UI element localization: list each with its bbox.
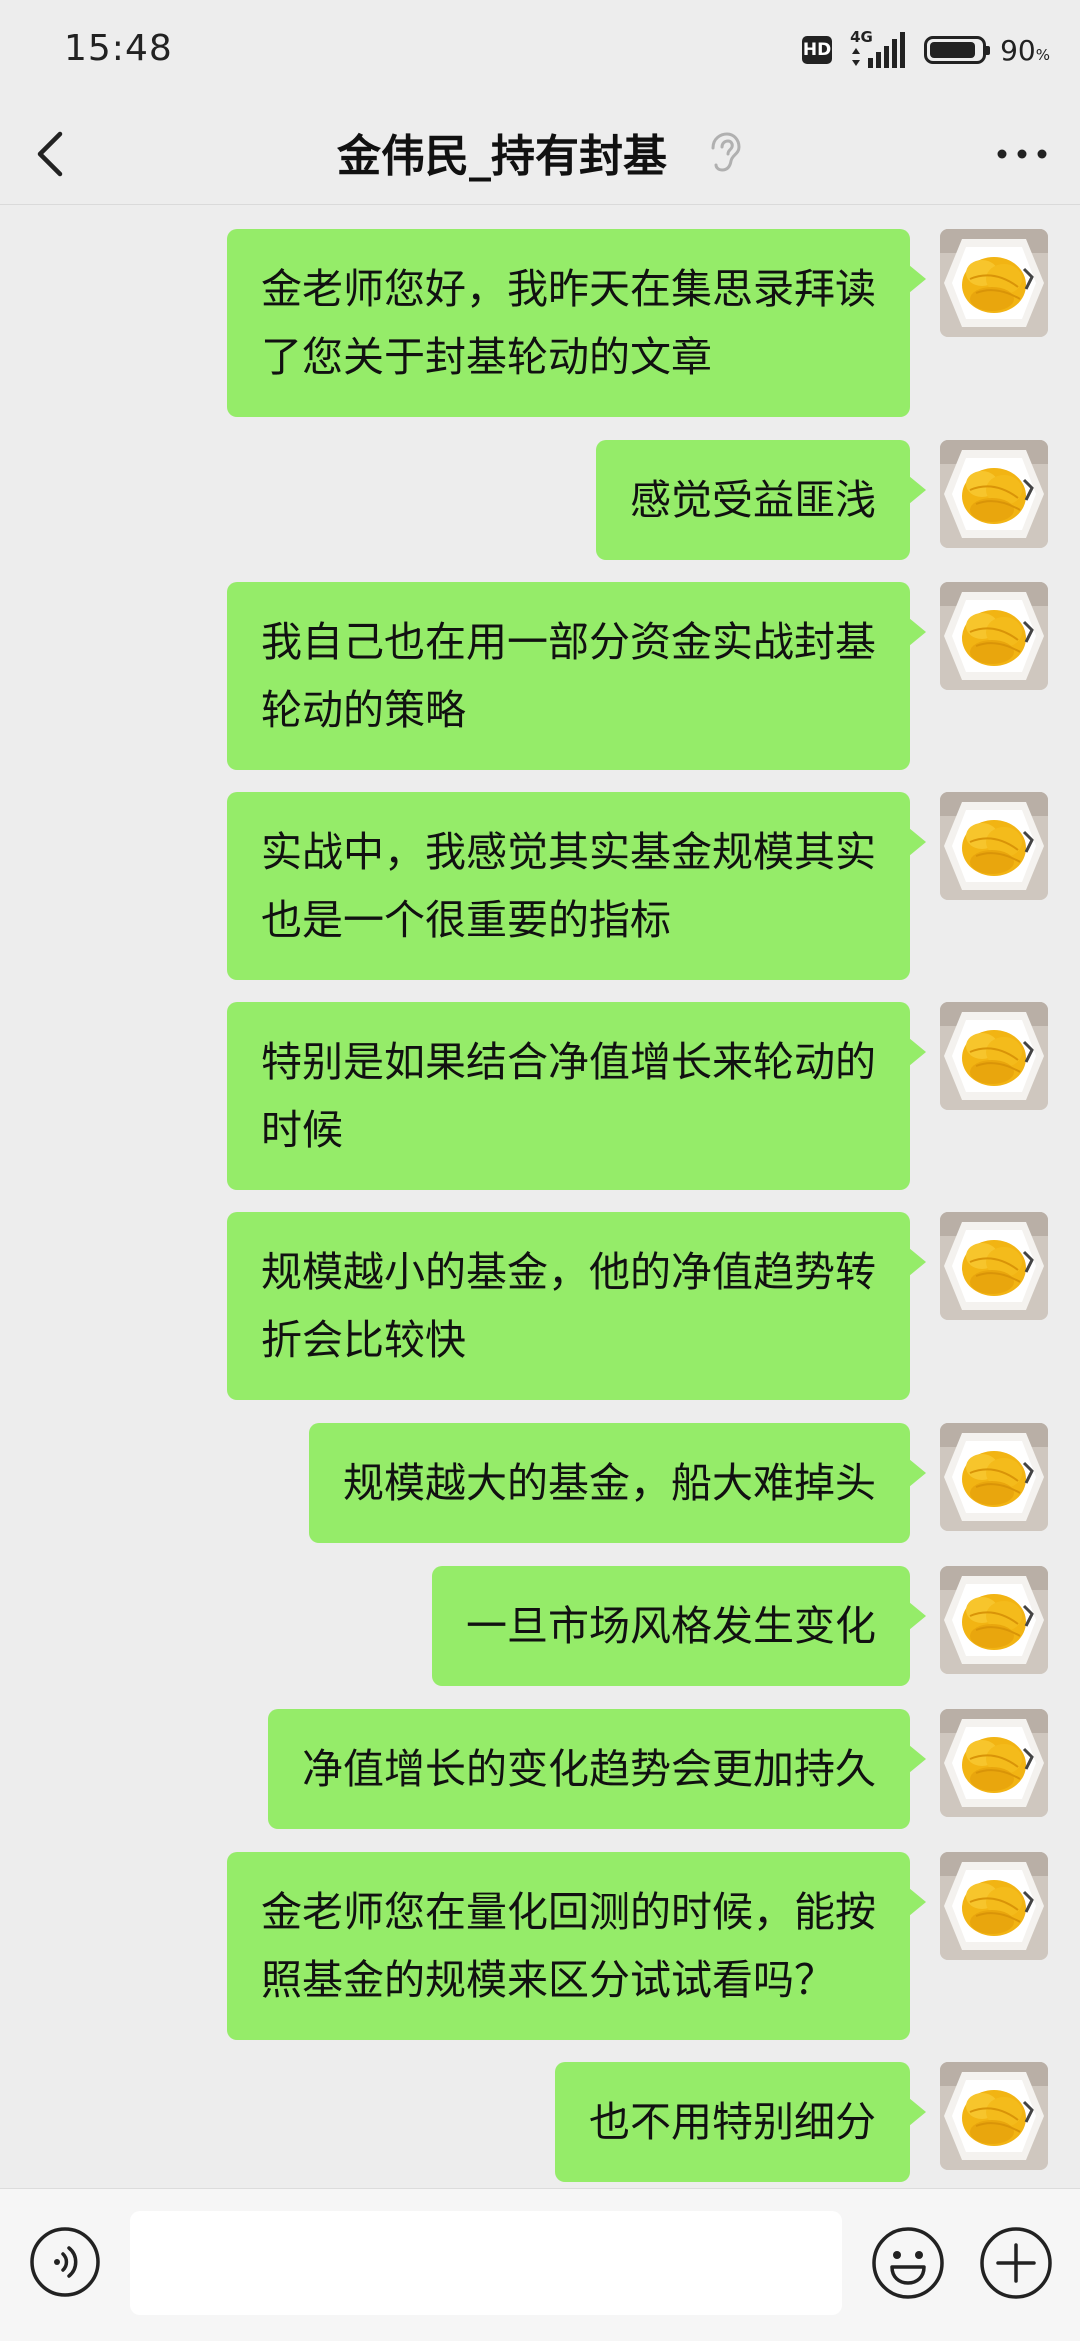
avatar[interactable] (940, 1002, 1048, 1110)
message-bubble[interactable]: 感觉受益匪浅 (596, 440, 926, 560)
message-item: 也不用特别细分 (555, 2062, 1048, 2182)
ear-icon (711, 132, 741, 172)
ellipsis-icon (997, 149, 1047, 159)
emoji-icon (872, 2227, 944, 2299)
message-text-line: 也不用特别细分 (589, 2098, 876, 2146)
message-text-line: 时候 (261, 1106, 343, 1154)
message-item: 实战中，我感觉其实基金规模其实 也是一个很重要的指标 (227, 792, 1048, 980)
chat-header: 金伟民_持有封基 (0, 100, 1080, 205)
avatar[interactable] (940, 1852, 1048, 1960)
battery-level (930, 42, 976, 58)
message-item: 净值增长的变化趋势会更加持久 (268, 1709, 1048, 1829)
message-item: 感觉受益匪浅 (596, 440, 1048, 560)
avatar[interactable] (940, 582, 1048, 690)
avatar[interactable] (940, 440, 1048, 548)
message-text-line: 金老师您好，我昨天在集思录拜读 (261, 265, 876, 313)
avatar[interactable] (940, 1212, 1048, 1320)
voice-icon (30, 2227, 100, 2297)
message-bubble[interactable]: 特别是如果结合净值增长来轮动的 时候 (227, 1002, 926, 1190)
chat-title: 金伟民_持有封基 (337, 131, 667, 182)
message-item: 一旦市场风格发生变化 (432, 1566, 1048, 1686)
hd-icon: HD (802, 36, 833, 64)
emoji-button[interactable] (870, 2225, 946, 2301)
battery-icon (924, 36, 991, 64)
message-text-line: 我自己也在用一部分资金实战封基 (261, 618, 876, 666)
message-item: 金老师您在量化回测的时候，能按 照基金的规模来区分试试看吗？ (227, 1852, 1048, 2040)
message-bubble[interactable]: 实战中，我感觉其实基金规模其实 也是一个很重要的指标 (227, 792, 926, 980)
message-item: 我自己也在用一部分资金实战封基 轮动的策略 (227, 582, 1048, 770)
status-icons: HD 4G 90% (802, 28, 1050, 70)
message-bubble[interactable]: 一旦市场风格发生变化 (432, 1566, 926, 1686)
avatar[interactable] (940, 1709, 1048, 1817)
signal-icon: 4G (846, 28, 910, 70)
message-text-line: 实战中，我感觉其实基金规模其实 (261, 828, 876, 876)
title-area: 金伟民_持有封基 (0, 100, 1080, 204)
avatar[interactable] (940, 792, 1048, 900)
message-bubble[interactable]: 金老师您在量化回测的时候，能按 照基金的规模来区分试试看吗？ (227, 1852, 926, 2040)
avatar[interactable] (940, 2062, 1048, 2170)
message-bubble[interactable]: 规模越大的基金，船大难掉头 (309, 1423, 926, 1543)
input-bar (0, 2188, 1080, 2341)
message-text-line: 净值增长的变化趋势会更加持久 (302, 1745, 876, 1793)
message-list[interactable]: 金老师您好，我昨天在集思录拜读 了您关于封基轮动的文章 感觉受益匪浅 我自己也在… (0, 205, 1080, 2215)
message-item: 规模越小的基金，他的净值趋势转 折会比较快 (227, 1212, 1048, 1400)
avatar[interactable] (940, 1566, 1048, 1674)
message-item: 金老师您好，我昨天在集思录拜读 了您关于封基轮动的文章 (227, 229, 1048, 417)
message-bubble[interactable]: 也不用特别细分 (555, 2062, 926, 2182)
status-time: 15:48 (64, 28, 173, 69)
message-bubble[interactable]: 我自己也在用一部分资金实战封基 轮动的策略 (227, 582, 926, 770)
battery-percent: 90% (1000, 33, 1050, 67)
voice-button[interactable] (28, 2225, 102, 2299)
message-bubble[interactable]: 净值增长的变化趋势会更加持久 (268, 1709, 926, 1829)
message-text-line: 了您关于封基轮动的文章 (261, 333, 712, 381)
message-input[interactable] (130, 2211, 842, 2315)
message-text-line: 感觉受益匪浅 (630, 476, 876, 524)
message-text-line: 规模越大的基金，船大难掉头 (343, 1459, 876, 1507)
plus-icon (980, 2227, 1052, 2299)
message-text-line: 金老师您在量化回测的时候，能按 (261, 1888, 876, 1936)
message-bubble[interactable]: 规模越小的基金，他的净值趋势转 折会比较快 (227, 1212, 926, 1400)
message-text-line: 照基金的规模来区分试试看吗？ (261, 1956, 835, 2004)
avatar[interactable] (940, 229, 1048, 337)
message-text-line: 也是一个很重要的指标 (261, 896, 671, 944)
status-bar: 15:48 HD 4G 90% (0, 0, 1080, 100)
avatar[interactable] (940, 1423, 1048, 1531)
message-text-line: 轮动的策略 (261, 686, 466, 734)
message-text-line: 一旦市场风格发生变化 (466, 1602, 876, 1650)
message-item: 特别是如果结合净值增长来轮动的 时候 (227, 1002, 1048, 1190)
message-text-line: 特别是如果结合净值增长来轮动的 (261, 1038, 876, 1086)
more-functions-button[interactable] (978, 2225, 1054, 2301)
message-item: 规模越大的基金，船大难掉头 (309, 1423, 1048, 1543)
message-bubble[interactable]: 金老师您好，我昨天在集思录拜读 了您关于封基轮动的文章 (227, 229, 926, 417)
network-type: 4G (850, 28, 873, 46)
message-text-line: 折会比较快 (261, 1316, 466, 1364)
more-options-button[interactable] (990, 126, 1054, 182)
message-text-line: 规模越小的基金，他的净值趋势转 (261, 1248, 876, 1296)
